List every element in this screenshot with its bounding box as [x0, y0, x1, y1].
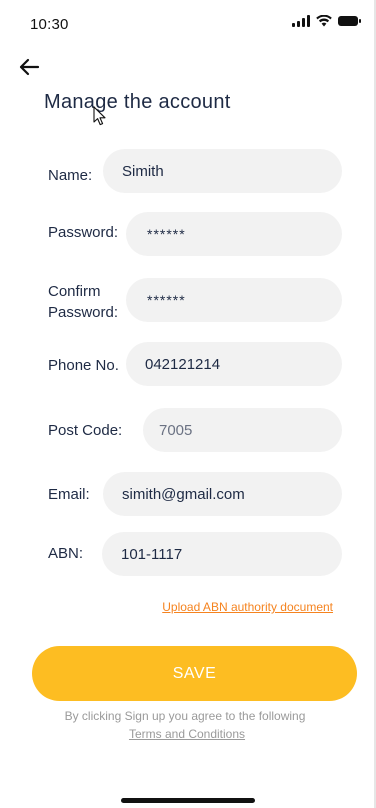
confirm-password-input[interactable]: ******: [126, 278, 342, 322]
terms-and-conditions-link[interactable]: Terms and Conditions: [129, 727, 245, 741]
battery-icon: [338, 16, 361, 26]
password-input[interactable]: ******: [126, 212, 342, 256]
confirm-password-label-line2: Password:: [48, 304, 119, 321]
terms-link-row: Terms and Conditions: [0, 727, 374, 741]
back-button[interactable]: [16, 54, 42, 80]
mouse-cursor-icon: [93, 106, 106, 126]
abn-input[interactable]: 101-1117: [102, 532, 342, 576]
arrow-left-icon: [19, 58, 40, 76]
cellular-signal-icon: [292, 15, 310, 27]
password-label: Password:: [48, 224, 119, 241]
email-label: Email:: [48, 486, 90, 503]
phone-label: Phone No.: [48, 357, 119, 374]
status-time: 10:30: [30, 16, 69, 33]
home-indicator: [121, 798, 255, 803]
post-code-input[interactable]: 7005: [143, 408, 342, 452]
status-icons: [292, 15, 361, 27]
post-code-label: Post Code:: [48, 422, 123, 439]
confirm-password-label: Confirm Password:: [48, 281, 118, 323]
abn-label: ABN:: [48, 545, 84, 562]
name-input[interactable]: Simith: [103, 149, 342, 193]
wifi-icon: [316, 15, 332, 27]
confirm-password-label-line1: Confirm: [48, 283, 101, 300]
phone-input[interactable]: 042121214: [126, 342, 342, 386]
email-input[interactable]: simith@gmail.com: [103, 472, 342, 516]
name-label: Name:: [48, 167, 93, 184]
upload-abn-document-link[interactable]: Upload ABN authority document: [162, 600, 333, 614]
terms-text: By clicking Sign up you agree to the fol…: [64, 709, 306, 723]
save-button[interactable]: SAVE: [32, 646, 357, 701]
page-title: Manage the account: [44, 91, 231, 113]
